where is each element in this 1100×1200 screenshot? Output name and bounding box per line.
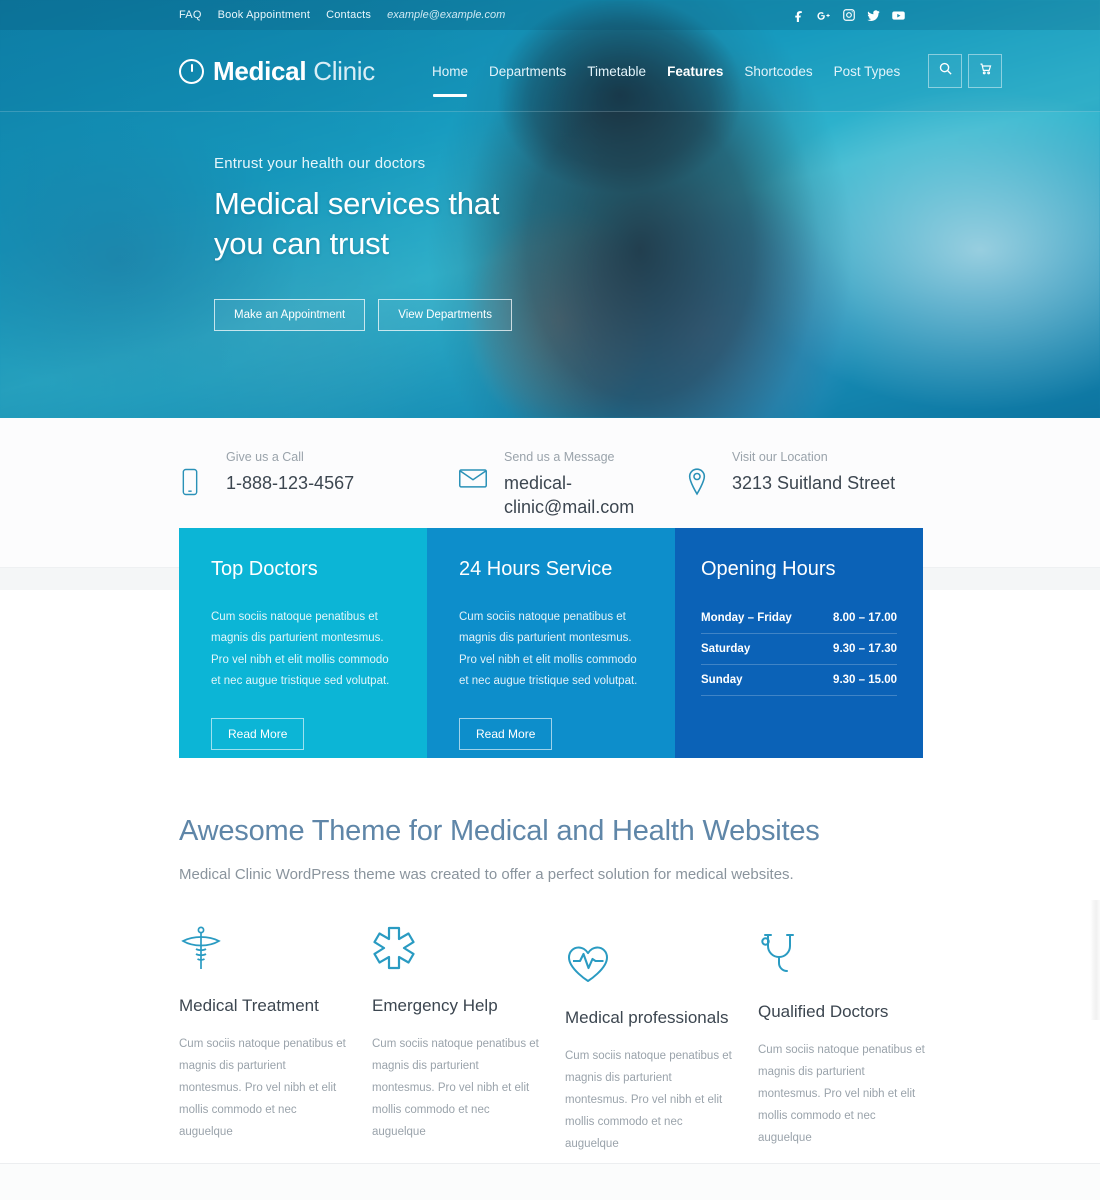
logo-text-light: Clinic [313, 55, 375, 86]
social-links [790, 7, 907, 24]
section-title: Awesome Theme for Medical and Health Web… [179, 815, 820, 847]
nav-item-features[interactable]: Features [667, 60, 723, 83]
highlight-cards: Top Doctors Cum sociis natoque penatibus… [179, 528, 923, 758]
contact-value-email[interactable]: medical-clinic@mail.com [504, 471, 639, 520]
feature-qualified-doctors: Qualified Doctors Cum sociis natoque pen… [758, 925, 951, 1156]
opening-hours-day: Sunday [701, 674, 743, 686]
contact-item-location: Visit our Location 3213 Suitland Street [686, 450, 895, 502]
card-24-hours-service: 24 Hours Service Cum sociis natoque pena… [427, 528, 675, 758]
nav-tools [928, 54, 1003, 88]
envelope-icon [458, 450, 490, 520]
opening-hours-row: Saturday 9.30 – 17.30 [701, 634, 897, 665]
opening-hours-day: Saturday [701, 643, 751, 655]
contact-value-phone[interactable]: 1-888-123-4567 [226, 471, 354, 495]
feature-text: Cum sociis natoque penatibus et magnis d… [372, 1038, 539, 1138]
star-of-life-icon [372, 925, 539, 973]
heart-pulse-icon [565, 943, 732, 991]
nav-links: Home Departments Timetable Features Shor… [432, 60, 901, 97]
phone-icon [180, 450, 212, 502]
logo-text-bold: Medical [213, 55, 307, 86]
youtube-icon[interactable] [890, 7, 907, 24]
card-top-doctors: Top Doctors Cum sociis natoque penatibus… [179, 528, 427, 758]
logo-text: Medical Clinic [213, 56, 375, 87]
contact-label-phone: Give us a Call [226, 450, 304, 464]
read-more-button-24-hours-service[interactable]: Read More [459, 718, 553, 751]
map-pin-icon [686, 450, 718, 502]
feature-title: Emergency Help [372, 996, 498, 1015]
main-navbar: Medical Clinic Home Departments Timetabl… [0, 30, 1100, 112]
contact-value-location: 3213 Suitland Street [732, 473, 896, 493]
feature-text: Cum sociis natoque penatibus et magnis d… [758, 1044, 925, 1144]
stethoscope-icon [758, 931, 925, 979]
card-text-top-doctors: Cum sociis natoque penatibus et magnis d… [211, 611, 390, 687]
feature-title: Medical Treatment [179, 996, 319, 1015]
topbar-link-faq[interactable]: FAQ [179, 9, 202, 21]
feature-text: Cum sociis natoque penatibus et magnis d… [565, 1050, 732, 1150]
read-more-button-top-doctors[interactable]: Read More [211, 718, 305, 751]
opening-hours-time: 8.00 – 17.00 [833, 612, 897, 624]
contact-item-phone: Give us a Call 1-888-123-4567 [180, 450, 354, 502]
awesome-section: Awesome Theme for Medical and Health Web… [179, 815, 979, 883]
top-bar: FAQ Book Appointment Contacts example@ex… [0, 0, 1100, 30]
cart-button[interactable] [968, 54, 1003, 88]
hero-title-line-2: you can trust [214, 226, 389, 262]
card-title-opening-hours: Opening Hours [701, 558, 836, 580]
nav-item-timetable[interactable]: Timetable [587, 60, 646, 83]
site-logo[interactable]: Medical Clinic [179, 56, 375, 87]
nav-item-home[interactable]: Home [432, 60, 468, 97]
section-subtitle: Medical Clinic WordPress theme was creat… [179, 866, 794, 883]
nav-item-post-types[interactable]: Post Types [834, 60, 901, 83]
hero-buttons: Make an Appointment View Departments [214, 298, 512, 331]
shopping-cart-icon [978, 61, 993, 81]
hero-title-line-1: Medical services that [214, 186, 500, 221]
contact-item-email: Send us a Message medical-clinic@mail.co… [458, 450, 639, 520]
topbar-links: FAQ Book Appointment Contacts example@ex… [179, 9, 505, 21]
feature-text: Cum sociis natoque penatibus et magnis d… [179, 1038, 346, 1138]
instagram-icon[interactable] [840, 7, 857, 24]
clinic-logo-icon [179, 58, 204, 84]
facebook-icon[interactable] [790, 7, 807, 24]
view-departments-button[interactable]: View Departments [378, 298, 512, 331]
hero-title: Medical services that you can trust [214, 184, 512, 265]
hero-copy: Entrust your health our doctors Medical … [214, 155, 512, 331]
hero-kicker: Entrust your health our doctors [214, 155, 426, 172]
topbar-link-book-appointment[interactable]: Book Appointment [218, 9, 310, 21]
card-title-top-doctors: Top Doctors [211, 558, 318, 580]
card-text-24-hours-service: Cum sociis natoque penatibus et magnis d… [459, 611, 638, 687]
opening-hours-row: Sunday 9.30 – 15.00 [701, 665, 897, 696]
topbar-link-contacts[interactable]: Contacts [326, 9, 371, 21]
feature-emergency-help: Emergency Help Cum sociis natoque penati… [372, 925, 565, 1156]
twitter-icon[interactable] [865, 7, 882, 24]
feature-medical-professionals: Medical professionals Cum sociis natoque… [565, 925, 758, 1156]
opening-hours-time: 9.30 – 15.00 [833, 674, 897, 686]
nav-item-departments[interactable]: Departments [489, 60, 566, 83]
search-button[interactable] [928, 54, 963, 88]
topbar-email[interactable]: example@example.com [387, 9, 505, 21]
card-title-24-hours-service: 24 Hours Service [459, 558, 613, 580]
feature-title: Qualified Doctors [758, 1002, 889, 1021]
page-root: FAQ Book Appointment Contacts example@ex… [0, 0, 1100, 1200]
feature-title: Medical professionals [565, 1008, 729, 1027]
make-appointment-button[interactable]: Make an Appointment [214, 298, 366, 331]
contact-label-location: Visit our Location [732, 450, 828, 464]
card-opening-hours: Opening Hours Monday – Friday 8.00 – 17.… [675, 528, 923, 758]
feature-medical-treatment: Medical Treatment Cum sociis natoque pen… [179, 925, 372, 1156]
opening-hours-time: 9.30 – 17.30 [833, 643, 897, 655]
contact-label-email: Send us a Message [504, 450, 615, 464]
nav-item-shortcodes[interactable]: Shortcodes [744, 60, 812, 83]
caduceus-icon [179, 925, 346, 973]
opening-hours-row: Monday – Friday 8.00 – 17.00 [701, 603, 897, 634]
opening-hours-day: Monday – Friday [701, 612, 792, 624]
hero-section: FAQ Book Appointment Contacts example@ex… [0, 0, 1100, 418]
features-row: Medical Treatment Cum sociis natoque pen… [179, 925, 959, 1156]
search-icon [938, 61, 953, 81]
scroll-edge-indicator [1090, 900, 1100, 1020]
footer-band [0, 1164, 1100, 1200]
google-plus-icon[interactable] [815, 7, 832, 24]
